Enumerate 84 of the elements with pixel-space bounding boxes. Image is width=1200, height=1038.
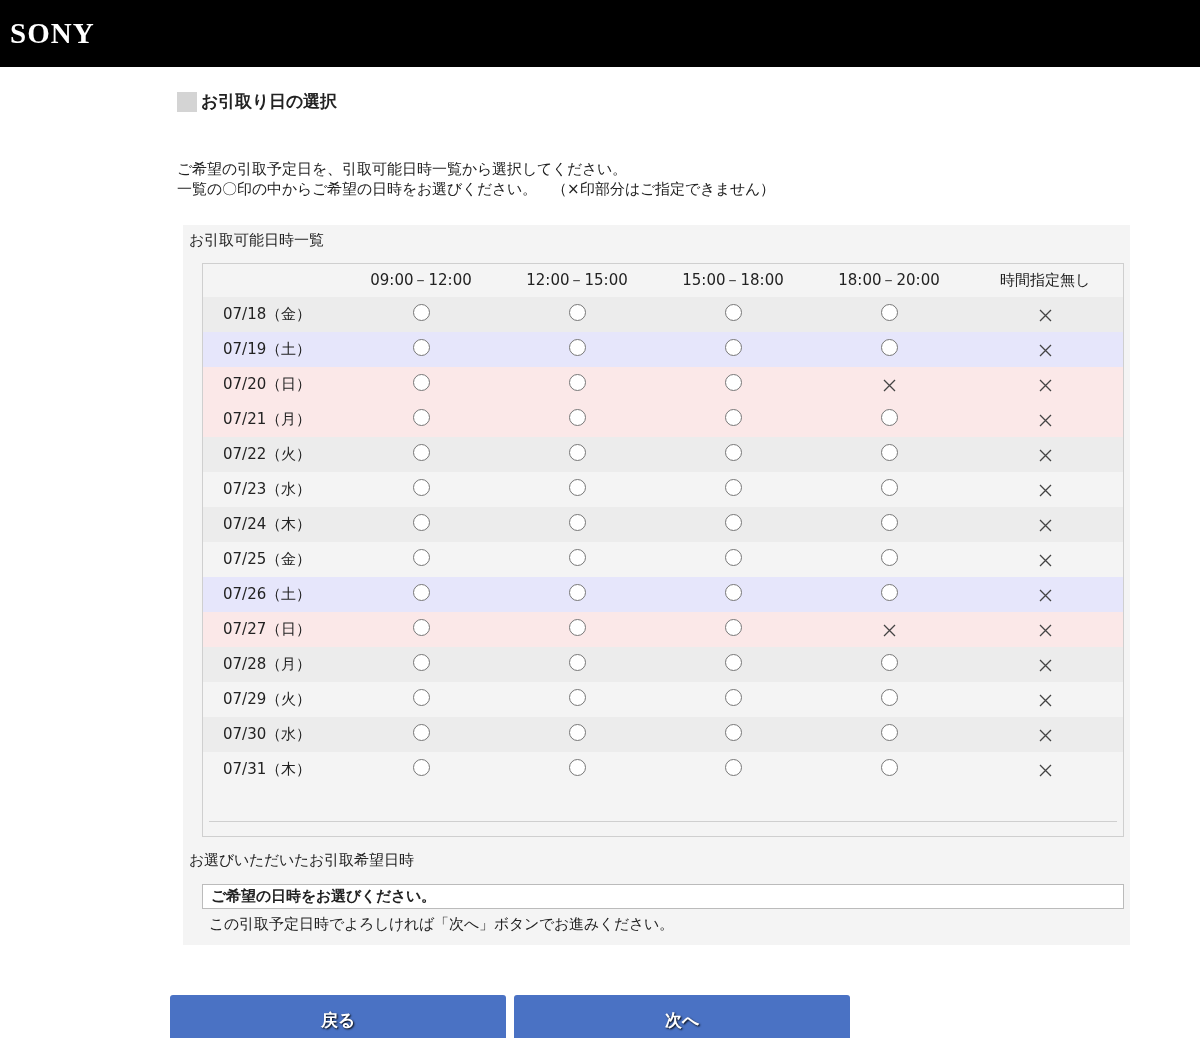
available-slot-button[interactable] <box>568 688 586 706</box>
available-slot-button[interactable] <box>568 583 586 601</box>
date-cell: 07/29（火） <box>223 690 312 708</box>
date-cell: 07/19（土） <box>223 340 312 358</box>
date-cell: 07/23（水） <box>223 480 312 498</box>
available-slot-button[interactable] <box>880 338 898 356</box>
available-slot-button[interactable] <box>724 443 742 461</box>
date-cell: 07/26（土） <box>223 585 312 603</box>
date-cell: 07/27（日） <box>223 620 312 638</box>
date-cell: 07/18（金） <box>223 305 312 323</box>
available-slot-button[interactable] <box>724 408 742 426</box>
panel-title: お引取可能日時一覧 <box>189 229 325 251</box>
available-slot-button[interactable] <box>412 758 430 776</box>
available-slot-button[interactable] <box>880 548 898 566</box>
available-slot-button[interactable] <box>412 723 430 741</box>
available-slot-button[interactable] <box>568 373 586 391</box>
available-slot-button[interactable] <box>412 443 430 461</box>
date-cell: 07/30（水） <box>223 725 312 743</box>
date-cell: 07/25（金） <box>223 550 312 568</box>
available-slot-button[interactable] <box>724 373 742 391</box>
column-header: 15:00－18:00 <box>682 269 784 291</box>
next-button[interactable]: 次へ <box>514 994 850 1038</box>
date-cell: 07/22（火） <box>223 445 312 463</box>
available-slot-button[interactable] <box>724 513 742 531</box>
available-slot-button[interactable] <box>880 303 898 321</box>
column-header: 時間指定無し <box>1000 269 1090 291</box>
available-slot-button[interactable] <box>724 618 742 636</box>
available-slot-button[interactable] <box>724 478 742 496</box>
available-slot-button[interactable] <box>724 758 742 776</box>
date-cell: 07/28（月） <box>223 655 312 673</box>
available-slot-button[interactable] <box>880 723 898 741</box>
date-cell: 07/24（木） <box>223 515 312 533</box>
available-slot-button[interactable] <box>412 478 430 496</box>
available-slot-button[interactable] <box>880 758 898 776</box>
available-slot-button[interactable] <box>412 548 430 566</box>
available-slot-button[interactable] <box>568 548 586 566</box>
available-slot-button[interactable] <box>568 723 586 741</box>
column-header: 09:00－12:00 <box>370 269 472 291</box>
back-button[interactable]: 戻る <box>170 994 506 1038</box>
available-slot-button[interactable] <box>568 338 586 356</box>
available-slot-button[interactable] <box>568 618 586 636</box>
available-slot-button[interactable] <box>880 443 898 461</box>
available-slot-button[interactable] <box>724 653 742 671</box>
heading-marker <box>177 91 197 112</box>
available-slot-button[interactable] <box>412 513 430 531</box>
column-header: 12:00－15:00 <box>526 269 628 291</box>
available-slot-button[interactable] <box>724 723 742 741</box>
available-slot-button[interactable] <box>880 688 898 706</box>
available-slot-button[interactable] <box>412 408 430 426</box>
instruction-text: ご希望の引取予定日を、引取可能日時一覧から選択してください。 <box>177 158 628 179</box>
available-slot-button[interactable] <box>568 478 586 496</box>
date-cell: 07/31（木） <box>223 760 312 778</box>
available-slot-button[interactable] <box>880 408 898 426</box>
available-slot-button[interactable] <box>412 618 430 636</box>
page-heading: お引取り日の選択 <box>201 90 337 113</box>
available-slot-button[interactable] <box>412 583 430 601</box>
available-slot-button[interactable] <box>412 373 430 391</box>
available-slot-button[interactable] <box>880 513 898 531</box>
logo: SONY <box>10 15 95 51</box>
available-slot-button[interactable] <box>568 303 586 321</box>
selection-label: お選びいただいたお引取希望日時 <box>189 849 415 871</box>
available-slot-button[interactable] <box>568 653 586 671</box>
confirmation-note: この引取予定日時でよろしければ「次へ」ボタンでお進みください。 <box>209 913 675 935</box>
available-slot-button[interactable] <box>724 548 742 566</box>
instruction-text: 一覧の〇印の中からご希望の日時をお選びください。 （×印部分はご指定できません） <box>177 178 776 199</box>
available-slot-button[interactable] <box>568 758 586 776</box>
available-slot-button[interactable] <box>724 583 742 601</box>
date-cell: 07/20（日） <box>223 375 312 393</box>
available-slot-button[interactable] <box>568 408 586 426</box>
available-slot-button[interactable] <box>568 513 586 531</box>
available-slot-button[interactable] <box>412 303 430 321</box>
available-slot-button[interactable] <box>568 443 586 461</box>
available-slot-button[interactable] <box>880 478 898 496</box>
available-slot-button[interactable] <box>724 688 742 706</box>
selection-field: ご希望の日時をお選びください。 <box>202 883 1124 909</box>
available-slot-button[interactable] <box>880 583 898 601</box>
available-slot-button[interactable] <box>880 653 898 671</box>
available-slot-button[interactable] <box>724 338 742 356</box>
column-header: 18:00－20:00 <box>838 269 940 291</box>
date-cell: 07/21（月） <box>223 410 312 428</box>
available-slot-button[interactable] <box>412 653 430 671</box>
available-slot-button[interactable] <box>412 688 430 706</box>
available-slot-button[interactable] <box>724 303 742 321</box>
available-slot-button[interactable] <box>412 338 430 356</box>
